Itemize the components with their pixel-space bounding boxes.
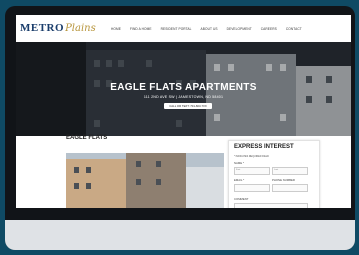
nav-item-development[interactable]: DEVELOPMENT bbox=[227, 27, 252, 31]
nav-item-careers[interactable]: CAREERS bbox=[261, 27, 277, 31]
email-field[interactable] bbox=[234, 184, 270, 192]
tablet-bottom-bezel bbox=[5, 208, 355, 220]
nav-item-find-a-home[interactable]: FIND A HOME bbox=[130, 27, 152, 31]
form-title: EXPRESS INTEREST bbox=[234, 144, 294, 150]
nav-item-home[interactable]: HOME bbox=[111, 27, 121, 31]
nav-item-contact[interactable]: CONTACT bbox=[286, 27, 302, 31]
required-note: * INDICATES REQUIRED FIELD bbox=[234, 155, 269, 158]
phone-label: PHONE NUMBER bbox=[272, 178, 295, 182]
main-menu: HOME FIND A HOME RESIDENT PORTAL ABOUT U… bbox=[111, 27, 302, 31]
hero-banner: EAGLE FLATS APARTMENTS 111 2ND AVE SW | … bbox=[16, 42, 351, 136]
logo-plains-text: Plains bbox=[65, 23, 96, 34]
last-name-hint: Last bbox=[274, 169, 279, 171]
comment-label: COMMENT bbox=[234, 197, 249, 201]
phone-field[interactable] bbox=[272, 184, 308, 192]
name-label: NAME * bbox=[234, 161, 244, 165]
hero-address: 111 2ND AVE SW | JAMESTOWN, ND 58401 bbox=[143, 95, 224, 99]
tablet-chin bbox=[5, 220, 355, 250]
logo-metro-text: METRO bbox=[20, 22, 65, 34]
express-interest-form: EXPRESS INTEREST * INDICATES REQUIRED FI… bbox=[228, 140, 320, 208]
call-or-text-button[interactable]: CALL OR TEXT: 701-663-7XX bbox=[164, 103, 212, 109]
property-photo bbox=[66, 153, 224, 208]
nav-item-about-us[interactable]: ABOUT US bbox=[201, 27, 218, 31]
property-title: EAGLE FLATS bbox=[66, 135, 108, 141]
nav-item-resident-portal[interactable]: RESIDENT PORTAL bbox=[161, 27, 192, 31]
first-name-hint: First bbox=[236, 169, 241, 171]
site-header: METRO Plains HOME FIND A HOME RESIDENT P… bbox=[16, 15, 351, 42]
hero-title: EAGLE FLATS APARTMENTS bbox=[110, 82, 257, 93]
site-logo[interactable]: METRO Plains bbox=[20, 22, 96, 36]
email-label: EMAIL * bbox=[234, 178, 245, 182]
browser-screen: METRO Plains HOME FIND A HOME RESIDENT P… bbox=[16, 15, 351, 208]
